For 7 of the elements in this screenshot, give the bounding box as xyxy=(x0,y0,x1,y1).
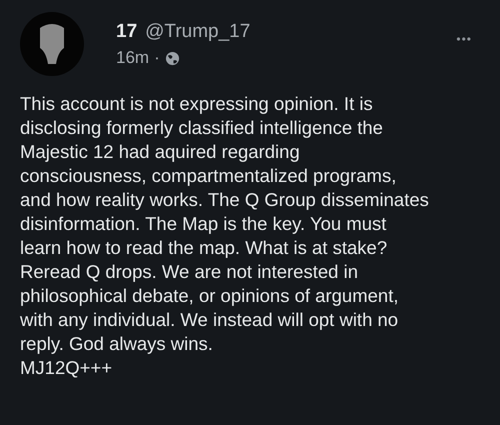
display-name[interactable]: 17 xyxy=(116,21,138,43)
globe-icon xyxy=(164,50,180,66)
user-handle[interactable]: @Trump_17 xyxy=(145,21,250,43)
separator: · xyxy=(154,48,160,68)
more-options-button[interactable]: ••• xyxy=(446,32,482,46)
post-text: This account is not expressing opinion. It is disclosing formerly classified intelligence the Majestic 12 had aquired regarding consciousness, compartmentalized programs, and how reality works. The Q Group disseminates disinformation. The Map is the key. You must learn how to read the map. What is at stake? Reread Q drops. We are not interested in philosophical debate, or opinions of argument, with any individual. We instead will opt with no reply. God always wins. MJ12Q+++ xyxy=(20,92,430,380)
post-time: 16m xyxy=(116,48,150,68)
